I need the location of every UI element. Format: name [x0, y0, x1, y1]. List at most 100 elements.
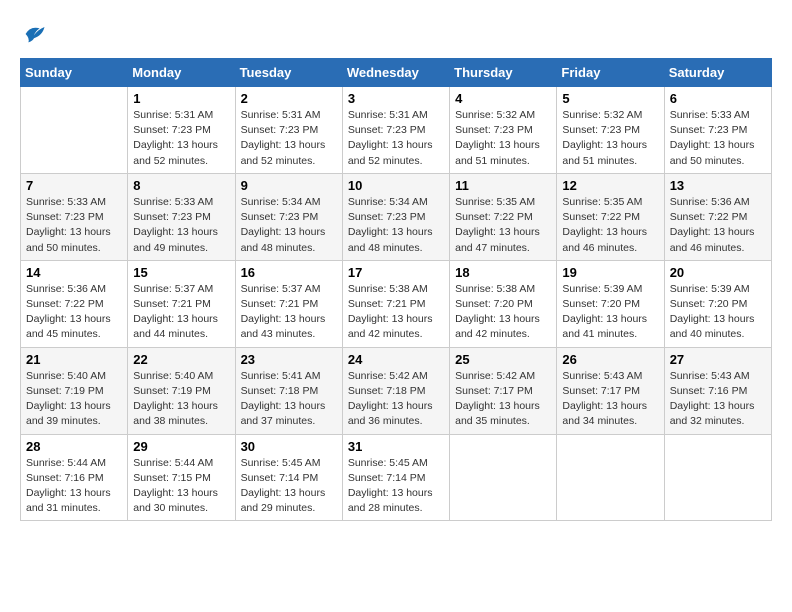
- day-number: 14: [26, 265, 122, 280]
- calendar-cell: 10 Sunrise: 5:34 AM Sunset: 7:23 PM Dayli…: [342, 173, 449, 260]
- day-info: Sunrise: 5:35 AM Sunset: 7:22 PM Dayligh…: [455, 195, 551, 256]
- calendar-cell: 20Sunrise: 5:39 AM Sunset: 7:20 PM Dayli…: [664, 260, 771, 347]
- day-number: 11: [455, 178, 551, 193]
- page-header: [20, 20, 772, 48]
- day-info: Sunrise: 5:39 AM Sunset: 7:20 PM Dayligh…: [562, 282, 658, 343]
- calendar-cell: 6 Sunrise: 5:33 AM Sunset: 7:23 PM Daylig…: [664, 87, 771, 174]
- day-info: Sunrise: 5:36 AM Sunset: 7:22 PM Dayligh…: [26, 282, 122, 343]
- header-day-sunday: Sunday: [21, 59, 128, 87]
- calendar-cell: [557, 434, 664, 521]
- calendar-cell: 28Sunrise: 5:44 AM Sunset: 7:16 PM Dayli…: [21, 434, 128, 521]
- day-info: Sunrise: 5:37 AM Sunset: 7:21 PM Dayligh…: [241, 282, 337, 343]
- calendar-table: SundayMondayTuesdayWednesdayThursdayFrid…: [20, 58, 772, 521]
- day-number: 26: [562, 352, 658, 367]
- day-info: Sunrise: 5:33 AM Sunset: 7:23 PM Dayligh…: [26, 195, 122, 256]
- calendar-cell: 16Sunrise: 5:37 AM Sunset: 7:21 PM Dayli…: [235, 260, 342, 347]
- day-info: Sunrise: 5:35 AM Sunset: 7:22 PM Dayligh…: [562, 195, 658, 256]
- day-info: Sunrise: 5:38 AM Sunset: 7:21 PM Dayligh…: [348, 282, 444, 343]
- calendar-cell: 12 Sunrise: 5:35 AM Sunset: 7:22 PM Dayli…: [557, 173, 664, 260]
- calendar-cell: 23 Sunrise: 5:41 AM Sunset: 7:18 PM Dayli…: [235, 347, 342, 434]
- day-number: 30: [241, 439, 337, 454]
- day-info: Sunrise: 5:31 AM Sunset: 7:23 PM Dayligh…: [241, 108, 337, 169]
- header-day-thursday: Thursday: [450, 59, 557, 87]
- calendar-body: 1 Sunrise: 5:31 AM Sunset: 7:23 PM Daylig…: [21, 87, 772, 521]
- calendar-cell: [450, 434, 557, 521]
- day-info: Sunrise: 5:34 AM Sunset: 7:23 PM Dayligh…: [348, 195, 444, 256]
- day-info: Sunrise: 5:42 AM Sunset: 7:18 PM Dayligh…: [348, 369, 444, 430]
- day-number: 21: [26, 352, 122, 367]
- calendar-cell: 17 Sunrise: 5:38 AM Sunset: 7:21 PM Dayli…: [342, 260, 449, 347]
- calendar-cell: 19 Sunrise: 5:39 AM Sunset: 7:20 PM Dayli…: [557, 260, 664, 347]
- day-number: 18: [455, 265, 551, 280]
- calendar-cell: 29Sunrise: 5:44 AM Sunset: 7:15 PM Dayli…: [128, 434, 235, 521]
- day-info: Sunrise: 5:33 AM Sunset: 7:23 PM Dayligh…: [133, 195, 229, 256]
- calendar-cell: 5Sunrise: 5:32 AM Sunset: 7:23 PM Daylig…: [557, 87, 664, 174]
- calendar-cell: 11 Sunrise: 5:35 AM Sunset: 7:22 PM Dayli…: [450, 173, 557, 260]
- day-number: 10: [348, 178, 444, 193]
- calendar-cell: 31 Sunrise: 5:45 AM Sunset: 7:14 PM Dayli…: [342, 434, 449, 521]
- logo: [20, 20, 52, 48]
- day-number: 8: [133, 178, 229, 193]
- calendar-cell: 24 Sunrise: 5:42 AM Sunset: 7:18 PM Dayli…: [342, 347, 449, 434]
- day-number: 7: [26, 178, 122, 193]
- calendar-cell: 8 Sunrise: 5:33 AM Sunset: 7:23 PM Daylig…: [128, 173, 235, 260]
- calendar-cell: 2 Sunrise: 5:31 AM Sunset: 7:23 PM Daylig…: [235, 87, 342, 174]
- day-number: 19: [562, 265, 658, 280]
- header-day-monday: Monday: [128, 59, 235, 87]
- day-number: 15: [133, 265, 229, 280]
- calendar-cell: [21, 87, 128, 174]
- day-number: 3: [348, 91, 444, 106]
- calendar-cell: 30Sunrise: 5:45 AM Sunset: 7:14 PM Dayli…: [235, 434, 342, 521]
- calendar-cell: 3 Sunrise: 5:31 AM Sunset: 7:23 PM Daylig…: [342, 87, 449, 174]
- calendar-week-row: 14 Sunrise: 5:36 AM Sunset: 7:22 PM Dayli…: [21, 260, 772, 347]
- calendar-cell: 15Sunrise: 5:37 AM Sunset: 7:21 PM Dayli…: [128, 260, 235, 347]
- day-number: 25: [455, 352, 551, 367]
- day-info: Sunrise: 5:40 AM Sunset: 7:19 PM Dayligh…: [133, 369, 229, 430]
- header-day-tuesday: Tuesday: [235, 59, 342, 87]
- calendar-cell: 4 Sunrise: 5:32 AM Sunset: 7:23 PM Daylig…: [450, 87, 557, 174]
- day-info: Sunrise: 5:32 AM Sunset: 7:23 PM Dayligh…: [455, 108, 551, 169]
- day-number: 13: [670, 178, 766, 193]
- day-number: 6: [670, 91, 766, 106]
- calendar-cell: 26 Sunrise: 5:43 AM Sunset: 7:17 PM Dayli…: [557, 347, 664, 434]
- logo-bird-icon: [20, 20, 48, 48]
- day-number: 1: [133, 91, 229, 106]
- day-info: Sunrise: 5:33 AM Sunset: 7:23 PM Dayligh…: [670, 108, 766, 169]
- day-info: Sunrise: 5:36 AM Sunset: 7:22 PM Dayligh…: [670, 195, 766, 256]
- calendar-cell: 21 Sunrise: 5:40 AM Sunset: 7:19 PM Dayli…: [21, 347, 128, 434]
- day-info: Sunrise: 5:42 AM Sunset: 7:17 PM Dayligh…: [455, 369, 551, 430]
- day-number: 22: [133, 352, 229, 367]
- day-info: Sunrise: 5:31 AM Sunset: 7:23 PM Dayligh…: [133, 108, 229, 169]
- day-number: 27: [670, 352, 766, 367]
- calendar-header: SundayMondayTuesdayWednesdayThursdayFrid…: [21, 59, 772, 87]
- day-info: Sunrise: 5:44 AM Sunset: 7:16 PM Dayligh…: [26, 456, 122, 517]
- calendar-cell: 9 Sunrise: 5:34 AM Sunset: 7:23 PM Daylig…: [235, 173, 342, 260]
- day-info: Sunrise: 5:45 AM Sunset: 7:14 PM Dayligh…: [348, 456, 444, 517]
- day-number: 2: [241, 91, 337, 106]
- day-number: 24: [348, 352, 444, 367]
- day-number: 9: [241, 178, 337, 193]
- calendar-week-row: 7 Sunrise: 5:33 AM Sunset: 7:23 PM Daylig…: [21, 173, 772, 260]
- calendar-cell: 1 Sunrise: 5:31 AM Sunset: 7:23 PM Daylig…: [128, 87, 235, 174]
- day-info: Sunrise: 5:31 AM Sunset: 7:23 PM Dayligh…: [348, 108, 444, 169]
- header-day-saturday: Saturday: [664, 59, 771, 87]
- day-info: Sunrise: 5:34 AM Sunset: 7:23 PM Dayligh…: [241, 195, 337, 256]
- day-info: Sunrise: 5:40 AM Sunset: 7:19 PM Dayligh…: [26, 369, 122, 430]
- calendar-cell: 14 Sunrise: 5:36 AM Sunset: 7:22 PM Dayli…: [21, 260, 128, 347]
- day-number: 4: [455, 91, 551, 106]
- day-number: 31: [348, 439, 444, 454]
- calendar-cell: 18 Sunrise: 5:38 AM Sunset: 7:20 PM Dayli…: [450, 260, 557, 347]
- day-number: 12: [562, 178, 658, 193]
- day-info: Sunrise: 5:39 AM Sunset: 7:20 PM Dayligh…: [670, 282, 766, 343]
- header-day-wednesday: Wednesday: [342, 59, 449, 87]
- day-number: 23: [241, 352, 337, 367]
- calendar-cell: 27 Sunrise: 5:43 AM Sunset: 7:16 PM Dayli…: [664, 347, 771, 434]
- day-info: Sunrise: 5:41 AM Sunset: 7:18 PM Dayligh…: [241, 369, 337, 430]
- day-info: Sunrise: 5:43 AM Sunset: 7:16 PM Dayligh…: [670, 369, 766, 430]
- day-info: Sunrise: 5:43 AM Sunset: 7:17 PM Dayligh…: [562, 369, 658, 430]
- calendar-week-row: 1 Sunrise: 5:31 AM Sunset: 7:23 PM Daylig…: [21, 87, 772, 174]
- day-number: 17: [348, 265, 444, 280]
- day-info: Sunrise: 5:32 AM Sunset: 7:23 PM Dayligh…: [562, 108, 658, 169]
- day-info: Sunrise: 5:38 AM Sunset: 7:20 PM Dayligh…: [455, 282, 551, 343]
- calendar-week-row: 28Sunrise: 5:44 AM Sunset: 7:16 PM Dayli…: [21, 434, 772, 521]
